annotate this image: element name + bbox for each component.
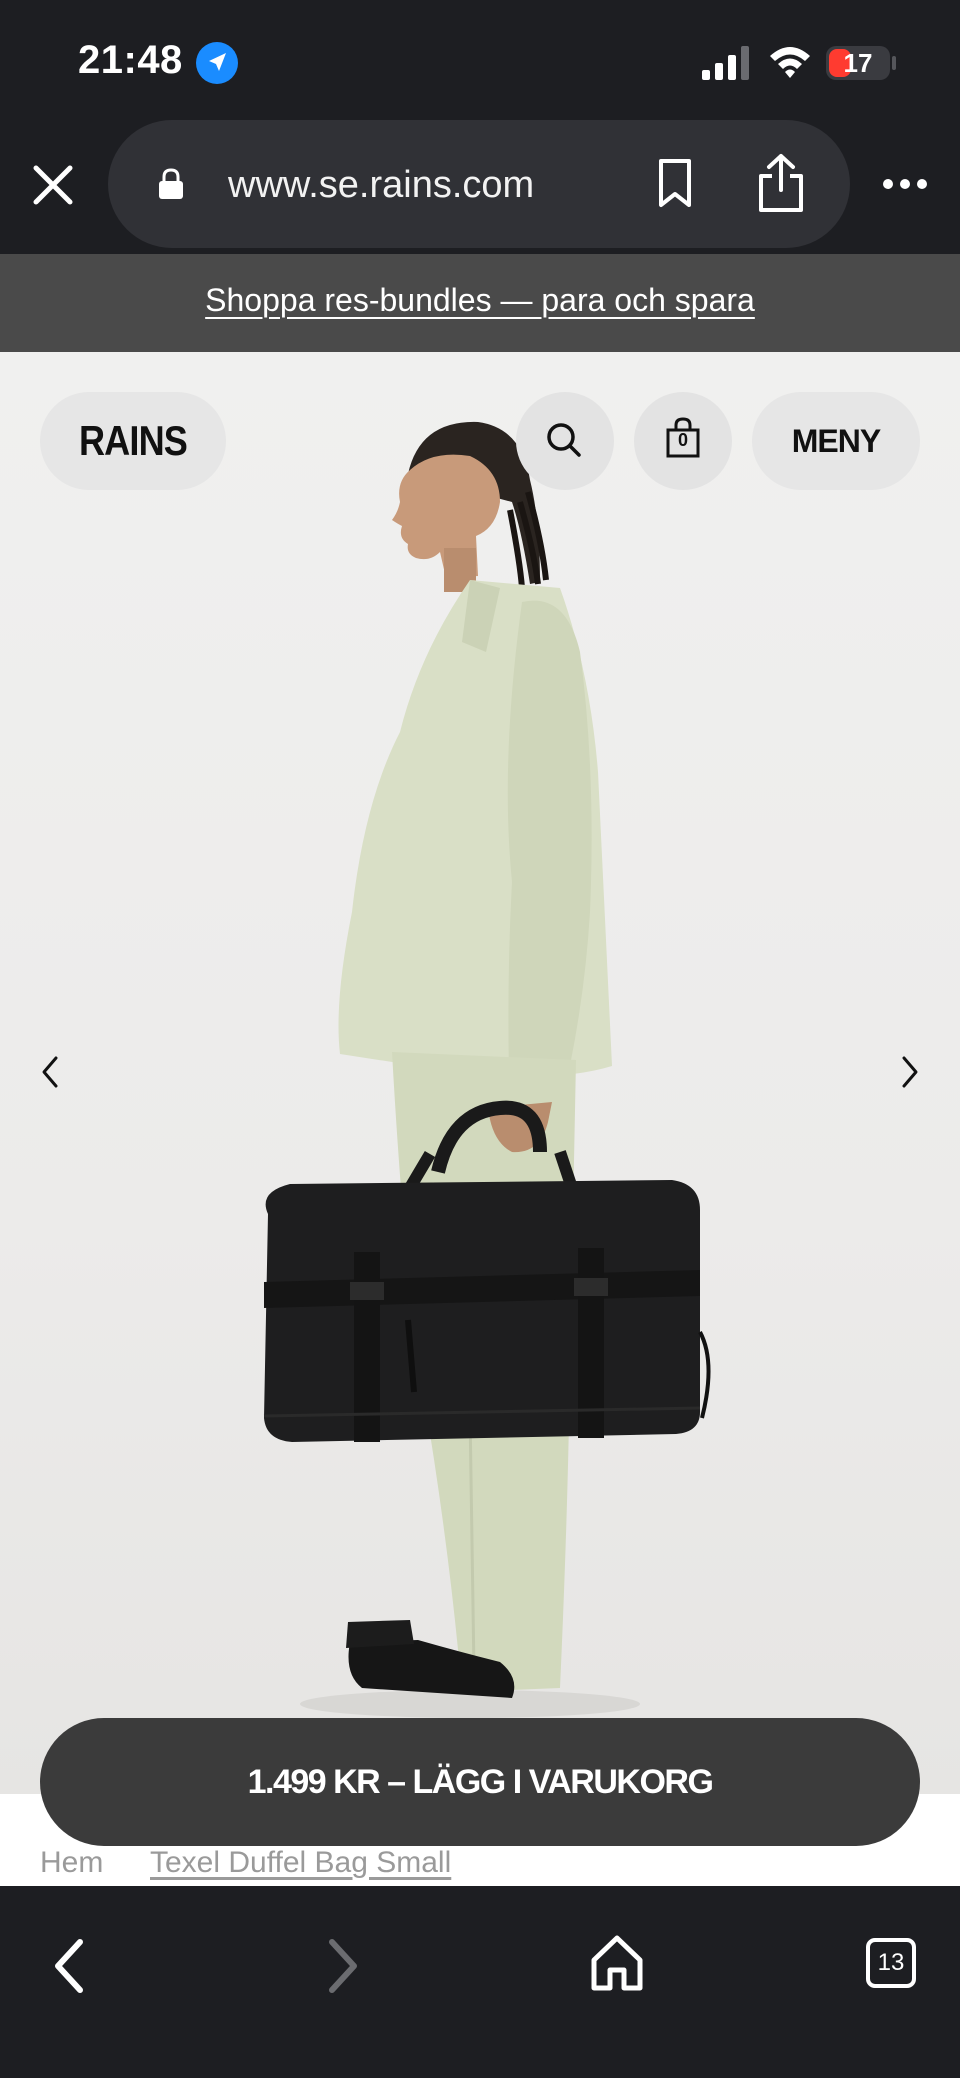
breadcrumb-home[interactable]: Hem: [40, 1846, 103, 1880]
add-to-cart-label: 1.499 KR – LÄGG I VARUKORG: [247, 1763, 714, 1801]
browser-top-bar: www.se.rains.com: [0, 120, 960, 254]
search-icon: [547, 423, 581, 457]
bookmark-icon[interactable]: [656, 158, 694, 208]
wifi-icon: [770, 47, 810, 78]
rains-logo[interactable]: RAINS: [40, 392, 226, 490]
promo-banner: Shoppa res-bundles — para och spara: [0, 254, 960, 352]
battery-icon: 17: [826, 46, 890, 80]
cart-count: 0: [677, 430, 688, 450]
browser-toolbar: 13: [0, 1886, 960, 2078]
product-image[interactable]: [0, 352, 960, 1794]
chevron-left-icon[interactable]: [36, 1052, 64, 1092]
home-icon[interactable]: [590, 1934, 644, 1992]
forward-icon[interactable]: [322, 1936, 364, 1996]
logo-text: RAINS: [78, 417, 188, 464]
breadcrumb-current[interactable]: Texel Duffel Bag Small: [150, 1846, 451, 1880]
status-time: 21:48: [78, 38, 183, 82]
url-text: www.se.rains.com: [228, 164, 535, 206]
back-icon[interactable]: [48, 1936, 90, 1996]
chevron-right-icon[interactable]: [896, 1052, 924, 1092]
location-arrow-icon: [196, 42, 238, 84]
search-button[interactable]: [516, 392, 614, 490]
battery-level: 17: [843, 48, 873, 78]
menu-button[interactable]: MENY: [752, 392, 920, 490]
tabs-count: 13: [877, 1949, 905, 1976]
menu-label: MENY: [791, 423, 881, 459]
close-icon[interactable]: [28, 160, 78, 210]
cellular-signal-icon: [702, 46, 749, 80]
tabs-icon[interactable]: 13: [866, 1938, 916, 1988]
share-icon[interactable]: [756, 152, 806, 214]
lock-icon: [159, 168, 183, 199]
status-bar: 21:48 17: [0, 0, 960, 120]
address-bar[interactable]: www.se.rains.com: [108, 120, 850, 248]
model-with-duffel-bag-illustration: [263, 421, 711, 1718]
more-icon[interactable]: [882, 176, 928, 192]
add-to-cart-button[interactable]: 1.499 KR – LÄGG I VARUKORG: [40, 1718, 920, 1846]
cart-button[interactable]: 0: [634, 392, 732, 490]
promo-link[interactable]: Shoppa res-bundles — para och spara: [205, 282, 755, 319]
